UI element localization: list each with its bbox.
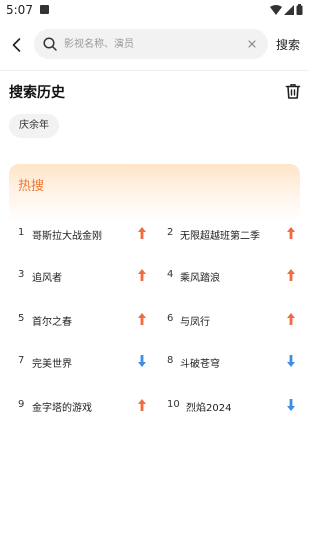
trash-icon[interactable] bbox=[284, 82, 302, 100]
hot-search-title: 热搜 bbox=[18, 179, 45, 194]
hot-item-name: 哥斯拉大战金刚 bbox=[32, 231, 102, 242]
trend-down-icon bbox=[137, 354, 147, 368]
hot-item-rank: 10 bbox=[167, 399, 180, 410]
hot-item[interactable]: 5 首尔之春 bbox=[18, 311, 158, 328]
hot-item-rank: 5 bbox=[18, 313, 25, 324]
wifi-icon bbox=[270, 4, 282, 15]
hot-item[interactable]: 3 追风者 bbox=[18, 267, 158, 284]
hot-item[interactable]: 10 烈焰2024 bbox=[167, 397, 307, 414]
trend-up-icon bbox=[137, 312, 147, 326]
hot-item-name: 与凤行 bbox=[180, 317, 210, 328]
hot-item-rank: 3 bbox=[18, 269, 25, 280]
hot-item[interactable]: 7 完美世界 bbox=[18, 353, 158, 370]
hot-item-name: 烈焰2024 bbox=[186, 403, 232, 414]
hot-item-name: 乘风踏浪 bbox=[180, 273, 220, 284]
search-input[interactable] bbox=[64, 29, 234, 59]
hot-item-name: 首尔之春 bbox=[32, 317, 72, 328]
divider bbox=[0, 70, 309, 71]
hot-item[interactable]: 2 无限超越班第二季 bbox=[167, 225, 307, 242]
hot-item-name: 斗破苍穹 bbox=[180, 359, 220, 370]
trend-down-icon bbox=[286, 354, 296, 368]
signal-icon bbox=[284, 4, 294, 15]
hot-item-rank: 9 bbox=[18, 399, 25, 410]
hot-item-rank: 8 bbox=[167, 355, 174, 366]
status-bar: 5:07 bbox=[0, 0, 309, 20]
trend-up-icon bbox=[286, 268, 296, 282]
trend-up-icon bbox=[137, 398, 147, 412]
hot-search-card: 热搜 1 哥斯拉大战金刚 2 无限超越班第二季 3 追风者 4 乘风踏浪 5 首… bbox=[9, 164, 300, 424]
back-arrow-icon[interactable] bbox=[7, 35, 27, 55]
hot-item-rank: 2 bbox=[167, 227, 174, 238]
hot-item[interactable]: 9 金字塔的游戏 bbox=[18, 397, 158, 414]
trend-up-icon bbox=[137, 268, 147, 282]
hot-item[interactable]: 8 斗破苍穹 bbox=[167, 353, 307, 370]
search-icon bbox=[43, 37, 57, 51]
hot-item-name: 无限超越班第二季 bbox=[180, 231, 260, 242]
search-box[interactable] bbox=[34, 29, 268, 59]
hot-item[interactable]: 1 哥斯拉大战金刚 bbox=[18, 225, 158, 242]
trend-up-icon bbox=[286, 226, 296, 240]
hot-item[interactable]: 4 乘风踏浪 bbox=[167, 267, 307, 284]
search-button[interactable]: 搜索 bbox=[276, 36, 300, 53]
hot-item-rank: 6 bbox=[167, 313, 174, 324]
hot-item-rank: 4 bbox=[167, 269, 174, 280]
hot-item[interactable]: 6 与凤行 bbox=[167, 311, 307, 328]
status-time: 5:07 bbox=[6, 3, 33, 17]
clear-icon[interactable] bbox=[245, 37, 259, 51]
trend-up-icon bbox=[137, 226, 147, 240]
hot-item-rank: 1 bbox=[18, 227, 25, 238]
history-chip[interactable]: 庆余年 bbox=[9, 114, 59, 138]
hot-item-name: 追风者 bbox=[32, 273, 62, 284]
app-notification-icon bbox=[40, 5, 49, 14]
hot-item-name: 完美世界 bbox=[32, 359, 72, 370]
hot-item-rank: 7 bbox=[18, 355, 25, 366]
battery-icon bbox=[296, 4, 303, 15]
hot-item-name: 金字塔的游戏 bbox=[32, 403, 92, 414]
history-title: 搜索历史 bbox=[9, 85, 65, 101]
trend-down-icon bbox=[286, 398, 296, 412]
trend-up-icon bbox=[286, 312, 296, 326]
search-bar: 搜索 bbox=[0, 29, 309, 61]
status-icons bbox=[270, 4, 303, 15]
